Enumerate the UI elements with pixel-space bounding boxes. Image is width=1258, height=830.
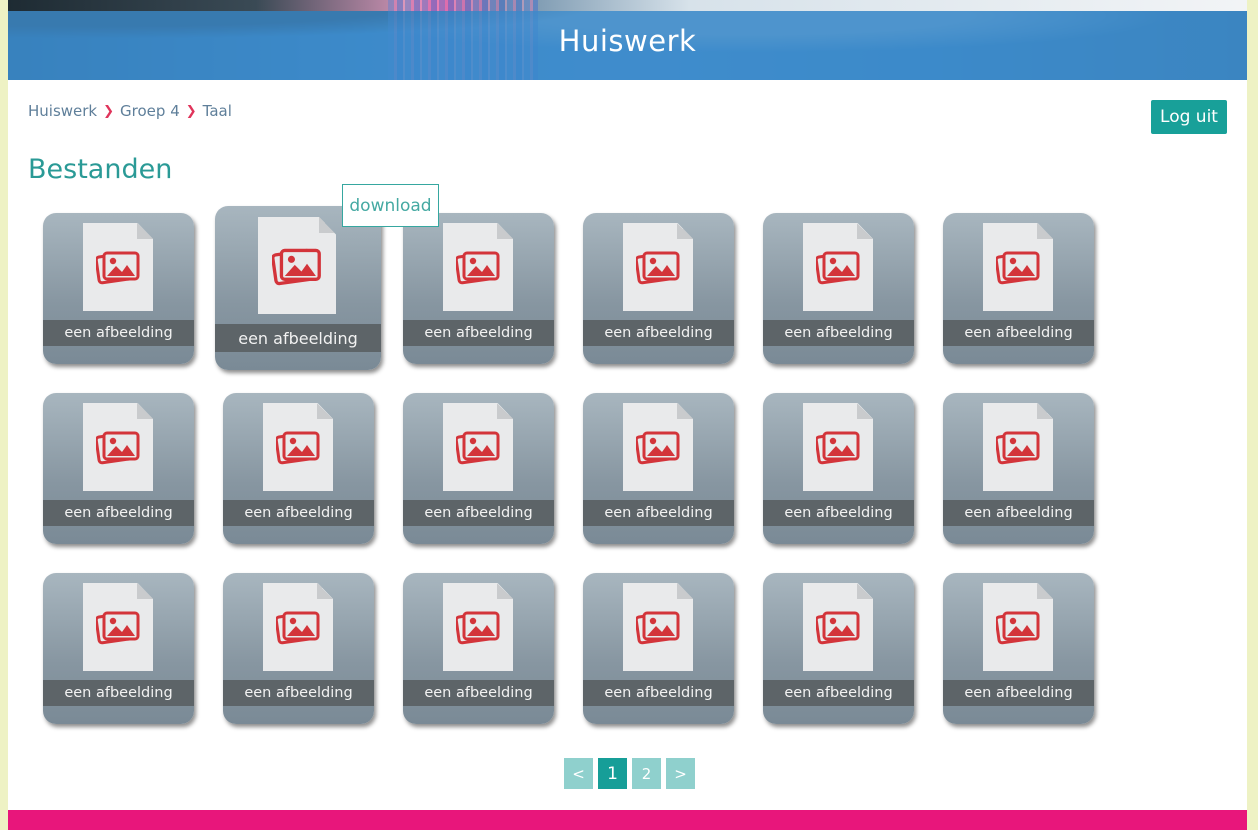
page-fold-icon [857, 223, 873, 239]
chevron-right-icon: ❯ [185, 103, 197, 119]
file-label: een afbeelding [403, 680, 554, 706]
image-file-icon [994, 249, 1040, 285]
image-file-icon [274, 429, 320, 465]
file-label: een afbeelding [943, 500, 1094, 526]
page-fold-icon [497, 583, 513, 599]
image-file-icon [94, 429, 140, 465]
file-label: een afbeelding [403, 320, 554, 346]
image-file-icon [454, 429, 500, 465]
page-fold-icon [677, 223, 693, 239]
file-label: een afbeelding [943, 680, 1094, 706]
file-tile[interactable]: een afbeelding [223, 393, 374, 544]
file-label: een afbeelding [763, 680, 914, 706]
file-tile[interactable]: een afbeelding [943, 573, 1094, 724]
file-label: een afbeelding [763, 500, 914, 526]
download-tooltip: download [342, 184, 439, 227]
file-tile[interactable]: een afbeelding [43, 573, 194, 724]
page-fold-icon [317, 403, 333, 419]
pagination-page-2[interactable]: 2 [632, 758, 661, 789]
file-tile[interactable]: een afbeelding [43, 393, 194, 544]
file-label: een afbeelding [43, 320, 194, 346]
breadcrumb-item-taal[interactable]: Taal [203, 102, 232, 120]
file-tile[interactable]: een afbeelding [763, 573, 914, 724]
file-label: een afbeelding [43, 680, 194, 706]
page-fold-icon [137, 403, 153, 419]
page-fold-icon [857, 403, 873, 419]
chevron-right-icon: ❯ [103, 103, 115, 119]
image-file-icon [634, 249, 680, 285]
page-fold-icon [319, 217, 335, 233]
file-tile[interactable]: een afbeelding [943, 393, 1094, 544]
image-file-icon [454, 609, 500, 645]
section-title: Bestanden [28, 154, 173, 185]
file-tile[interactable]: een afbeelding [223, 573, 374, 724]
header-banner: Huiswerk [8, 0, 1247, 80]
pagination-page-1[interactable]: 1 [598, 758, 627, 789]
file-tile[interactable]: een afbeelding [43, 213, 194, 364]
page-fold-icon [137, 223, 153, 239]
file-tile[interactable]: een afbeelding [943, 213, 1094, 364]
breadcrumb-item-huiswerk[interactable]: Huiswerk [28, 102, 97, 120]
page-fold-icon [677, 403, 693, 419]
file-tile[interactable]: een afbeelding [215, 206, 381, 370]
file-tile[interactable]: een afbeelding [403, 213, 554, 364]
footer-bar [8, 810, 1247, 830]
page-fold-icon [1037, 403, 1053, 419]
file-tile[interactable]: een afbeelding [583, 213, 734, 364]
file-tile[interactable]: een afbeelding [403, 393, 554, 544]
image-file-icon [634, 429, 680, 465]
page-fold-icon [857, 583, 873, 599]
page-fold-icon [497, 403, 513, 419]
banner-photo-strip [8, 0, 1247, 11]
pagination-next-button[interactable]: > [666, 758, 695, 789]
image-file-icon [994, 429, 1040, 465]
page-fold-icon [1037, 223, 1053, 239]
file-label: een afbeelding [583, 500, 734, 526]
file-tile[interactable]: een afbeelding [583, 393, 734, 544]
file-tile[interactable]: een afbeelding [403, 573, 554, 724]
page-fold-icon [137, 583, 153, 599]
file-label: een afbeelding [943, 320, 1094, 346]
image-file-icon [271, 246, 322, 286]
breadcrumb: Huiswerk ❯ Groep 4 ❯ Taal [28, 102, 232, 120]
page-fold-icon [497, 223, 513, 239]
image-file-icon [454, 249, 500, 285]
file-label: een afbeelding [223, 680, 374, 706]
breadcrumb-item-groep[interactable]: Groep 4 [120, 102, 180, 120]
image-file-icon [274, 609, 320, 645]
image-file-icon [814, 609, 860, 645]
page-fold-icon [1037, 583, 1053, 599]
file-label: een afbeelding [43, 500, 194, 526]
file-label: een afbeelding [583, 320, 734, 346]
image-file-icon [994, 609, 1040, 645]
pagination: < 1 2 > [564, 758, 695, 789]
file-label: een afbeelding [223, 500, 374, 526]
image-file-icon [94, 249, 140, 285]
page-fold-icon [317, 583, 333, 599]
file-label: een afbeelding [403, 500, 554, 526]
image-file-icon [94, 609, 140, 645]
page: Huiswerk Huiswerk ❯ Groep 4 ❯ Taal Log u… [8, 0, 1247, 830]
page-title: Huiswerk [558, 24, 697, 58]
image-file-icon [634, 609, 680, 645]
page-fold-icon [677, 583, 693, 599]
file-label: een afbeelding [215, 324, 381, 352]
file-tile[interactable]: een afbeelding [763, 213, 914, 364]
image-file-icon [814, 429, 860, 465]
file-tile[interactable]: een afbeelding [763, 393, 914, 544]
file-tile[interactable]: een afbeelding [583, 573, 734, 724]
logout-button[interactable]: Log uit [1151, 100, 1227, 134]
file-label: een afbeelding [763, 320, 914, 346]
file-label: een afbeelding [583, 680, 734, 706]
pagination-prev-button[interactable]: < [564, 758, 593, 789]
image-file-icon [814, 249, 860, 285]
